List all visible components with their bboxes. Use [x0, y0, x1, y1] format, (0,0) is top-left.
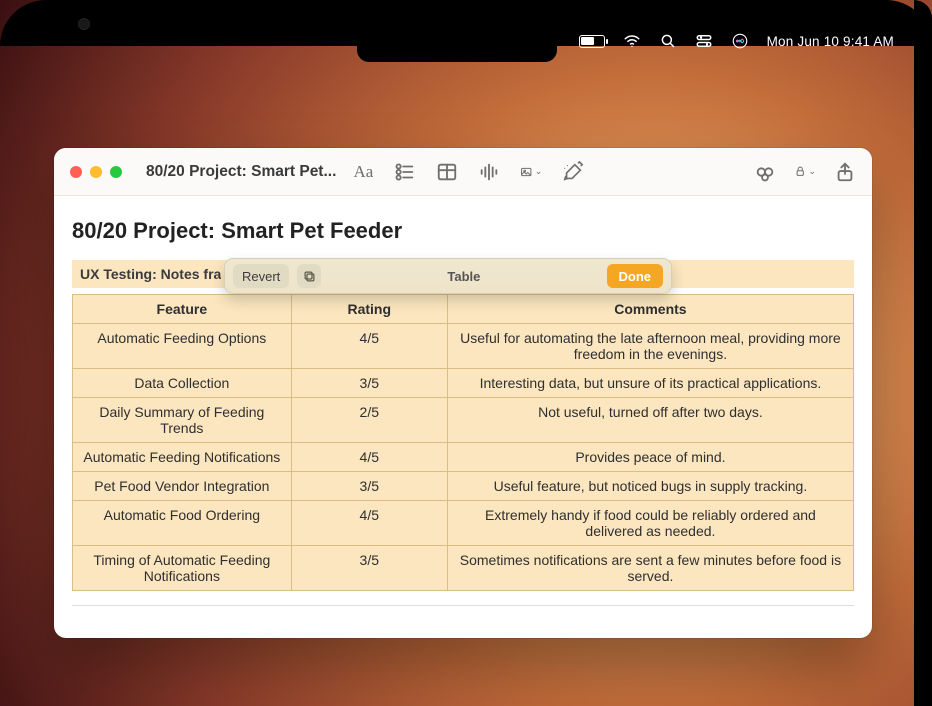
chevron-down-icon: ⌄	[535, 166, 543, 177]
link-icon[interactable]	[754, 161, 776, 183]
table-cell[interactable]: 3/5	[291, 369, 447, 398]
divider	[72, 605, 854, 606]
table-cell[interactable]: 4/5	[291, 443, 447, 472]
share-icon[interactable]	[834, 161, 856, 183]
table-cell[interactable]: Extremely handy if food could be reliabl…	[447, 501, 853, 546]
table-cell[interactable]: Data Collection	[73, 369, 292, 398]
table-cell[interactable]: Interesting data, but unsure of its prac…	[447, 369, 853, 398]
table-cell[interactable]: 3/5	[291, 546, 447, 591]
siri-icon[interactable]	[731, 32, 749, 50]
table-row[interactable]: Automatic Food Ordering 4/5 Extremely ha…	[73, 501, 854, 546]
toolbar-right: ⌄	[754, 161, 872, 183]
media-icon[interactable]: ⌄	[520, 161, 542, 183]
writing-tools-icon[interactable]	[562, 161, 584, 183]
checklist-icon[interactable]	[394, 161, 416, 183]
table-header-row: Feature Rating Comments	[73, 295, 854, 324]
table-cell[interactable]: 4/5	[291, 501, 447, 546]
table-cell[interactable]: Useful for automating the late afternoon…	[447, 324, 853, 369]
table-cell[interactable]: 2/5	[291, 398, 447, 443]
table-header[interactable]: Rating	[291, 295, 447, 324]
table-cell[interactable]: Automatic Feeding Notifications	[73, 443, 292, 472]
control-center-icon[interactable]	[695, 32, 713, 50]
close-button[interactable]	[70, 166, 82, 178]
notes-window: 80/20 Project: Smart Pet... Aa ⌄	[54, 148, 872, 638]
table-cell[interactable]: 3/5	[291, 472, 447, 501]
table-row[interactable]: Automatic Feeding Notifications 4/5 Prov…	[73, 443, 854, 472]
menubar-clock[interactable]: Mon Jun 10 9:41 AM	[767, 34, 894, 49]
table-cell[interactable]: Automatic Food Ordering	[73, 501, 292, 546]
table-cell[interactable]: Not useful, turned off after two days.	[447, 398, 853, 443]
zoom-button[interactable]	[110, 166, 122, 178]
copy-icon[interactable]	[297, 264, 321, 288]
table-icon[interactable]	[436, 161, 458, 183]
page-title: 80/20 Project: Smart Pet Feeder	[72, 218, 854, 244]
done-button[interactable]: Done	[607, 264, 664, 288]
table-cell[interactable]: Daily Summary of Feeding Trends	[73, 398, 292, 443]
table-header[interactable]: Feature	[73, 295, 292, 324]
table-row[interactable]: Pet Food Vendor Integration 3/5 Useful f…	[73, 472, 854, 501]
toolbar-center: Aa ⌄	[352, 161, 584, 183]
table-cell[interactable]: Pet Food Vendor Integration	[73, 472, 292, 501]
table-cell[interactable]: 4/5	[291, 324, 447, 369]
chevron-down-icon: ⌄	[808, 166, 816, 177]
table-cell[interactable]: Sometimes notifications are sent a few m…	[447, 546, 853, 591]
window-titlebar: 80/20 Project: Smart Pet... Aa ⌄	[54, 148, 872, 196]
battery-icon[interactable]	[579, 35, 605, 48]
table-row[interactable]: Data Collection 3/5 Interesting data, bu…	[73, 369, 854, 398]
laptop-bezel-right	[914, 0, 932, 706]
smart-suggestion-bar: Revert Table Done	[224, 258, 672, 294]
window-controls	[54, 166, 138, 178]
table-cell[interactable]: Timing of Automatic Feeding Notification…	[73, 546, 292, 591]
feedback-table[interactable]: Feature Rating Comments Automatic Feedin…	[72, 294, 854, 591]
wifi-icon[interactable]	[623, 32, 641, 50]
table-cell[interactable]: Provides peace of mind.	[447, 443, 853, 472]
table-row[interactable]: Timing of Automatic Feeding Notification…	[73, 546, 854, 591]
audio-waveform-icon[interactable]	[478, 161, 500, 183]
table-cell[interactable]: Useful feature, but noticed bugs in supp…	[447, 472, 853, 501]
table-header[interactable]: Comments	[447, 295, 853, 324]
minimize-button[interactable]	[90, 166, 102, 178]
format-icon[interactable]: Aa	[352, 161, 374, 183]
table-row[interactable]: Automatic Feeding Options 4/5 Useful for…	[73, 324, 854, 369]
spotlight-icon[interactable]	[659, 32, 677, 50]
table-cell[interactable]: Automatic Feeding Options	[73, 324, 292, 369]
menubar: Mon Jun 10 9:41 AM	[0, 28, 914, 54]
table-row[interactable]: Daily Summary of Feeding Trends 2/5 Not …	[73, 398, 854, 443]
lock-icon[interactable]: ⌄	[794, 161, 816, 183]
revert-button[interactable]: Revert	[233, 264, 289, 288]
window-title: 80/20 Project: Smart Pet...	[146, 163, 336, 181]
suggestion-title: Table	[321, 269, 606, 284]
